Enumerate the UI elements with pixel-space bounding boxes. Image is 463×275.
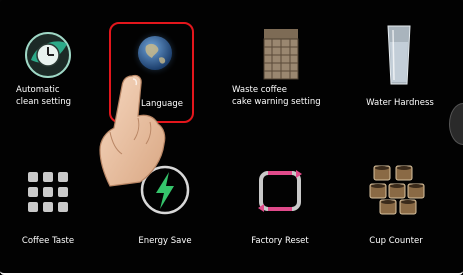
- reset-frame-icon: [258, 170, 302, 212]
- side-scroll-handle[interactable]: [449, 103, 463, 145]
- menu-item-label: Coffee Taste: [21, 236, 75, 246]
- water-glass-icon: [387, 25, 411, 85]
- menu-item-label: Factory Reset: [251, 236, 309, 246]
- menu-item-label: Automatic clean setting: [16, 85, 72, 107]
- clock-leaf-icon: [25, 32, 71, 78]
- grid-icon: [28, 172, 68, 212]
- menu-item-label: Energy Save: [138, 236, 192, 246]
- cups-icon: [369, 165, 425, 215]
- settings-screen: Automatic clean setting Language Waste c…: [0, 0, 463, 275]
- menu-item-label: Cup Counter: [369, 236, 423, 246]
- grinder-icon: [263, 29, 299, 80]
- menu-item-label: Waste coffee cake warning setting: [232, 85, 321, 107]
- menu-item-label: Water Hardness: [366, 98, 434, 108]
- hand-pointer-icon: [99, 74, 166, 187]
